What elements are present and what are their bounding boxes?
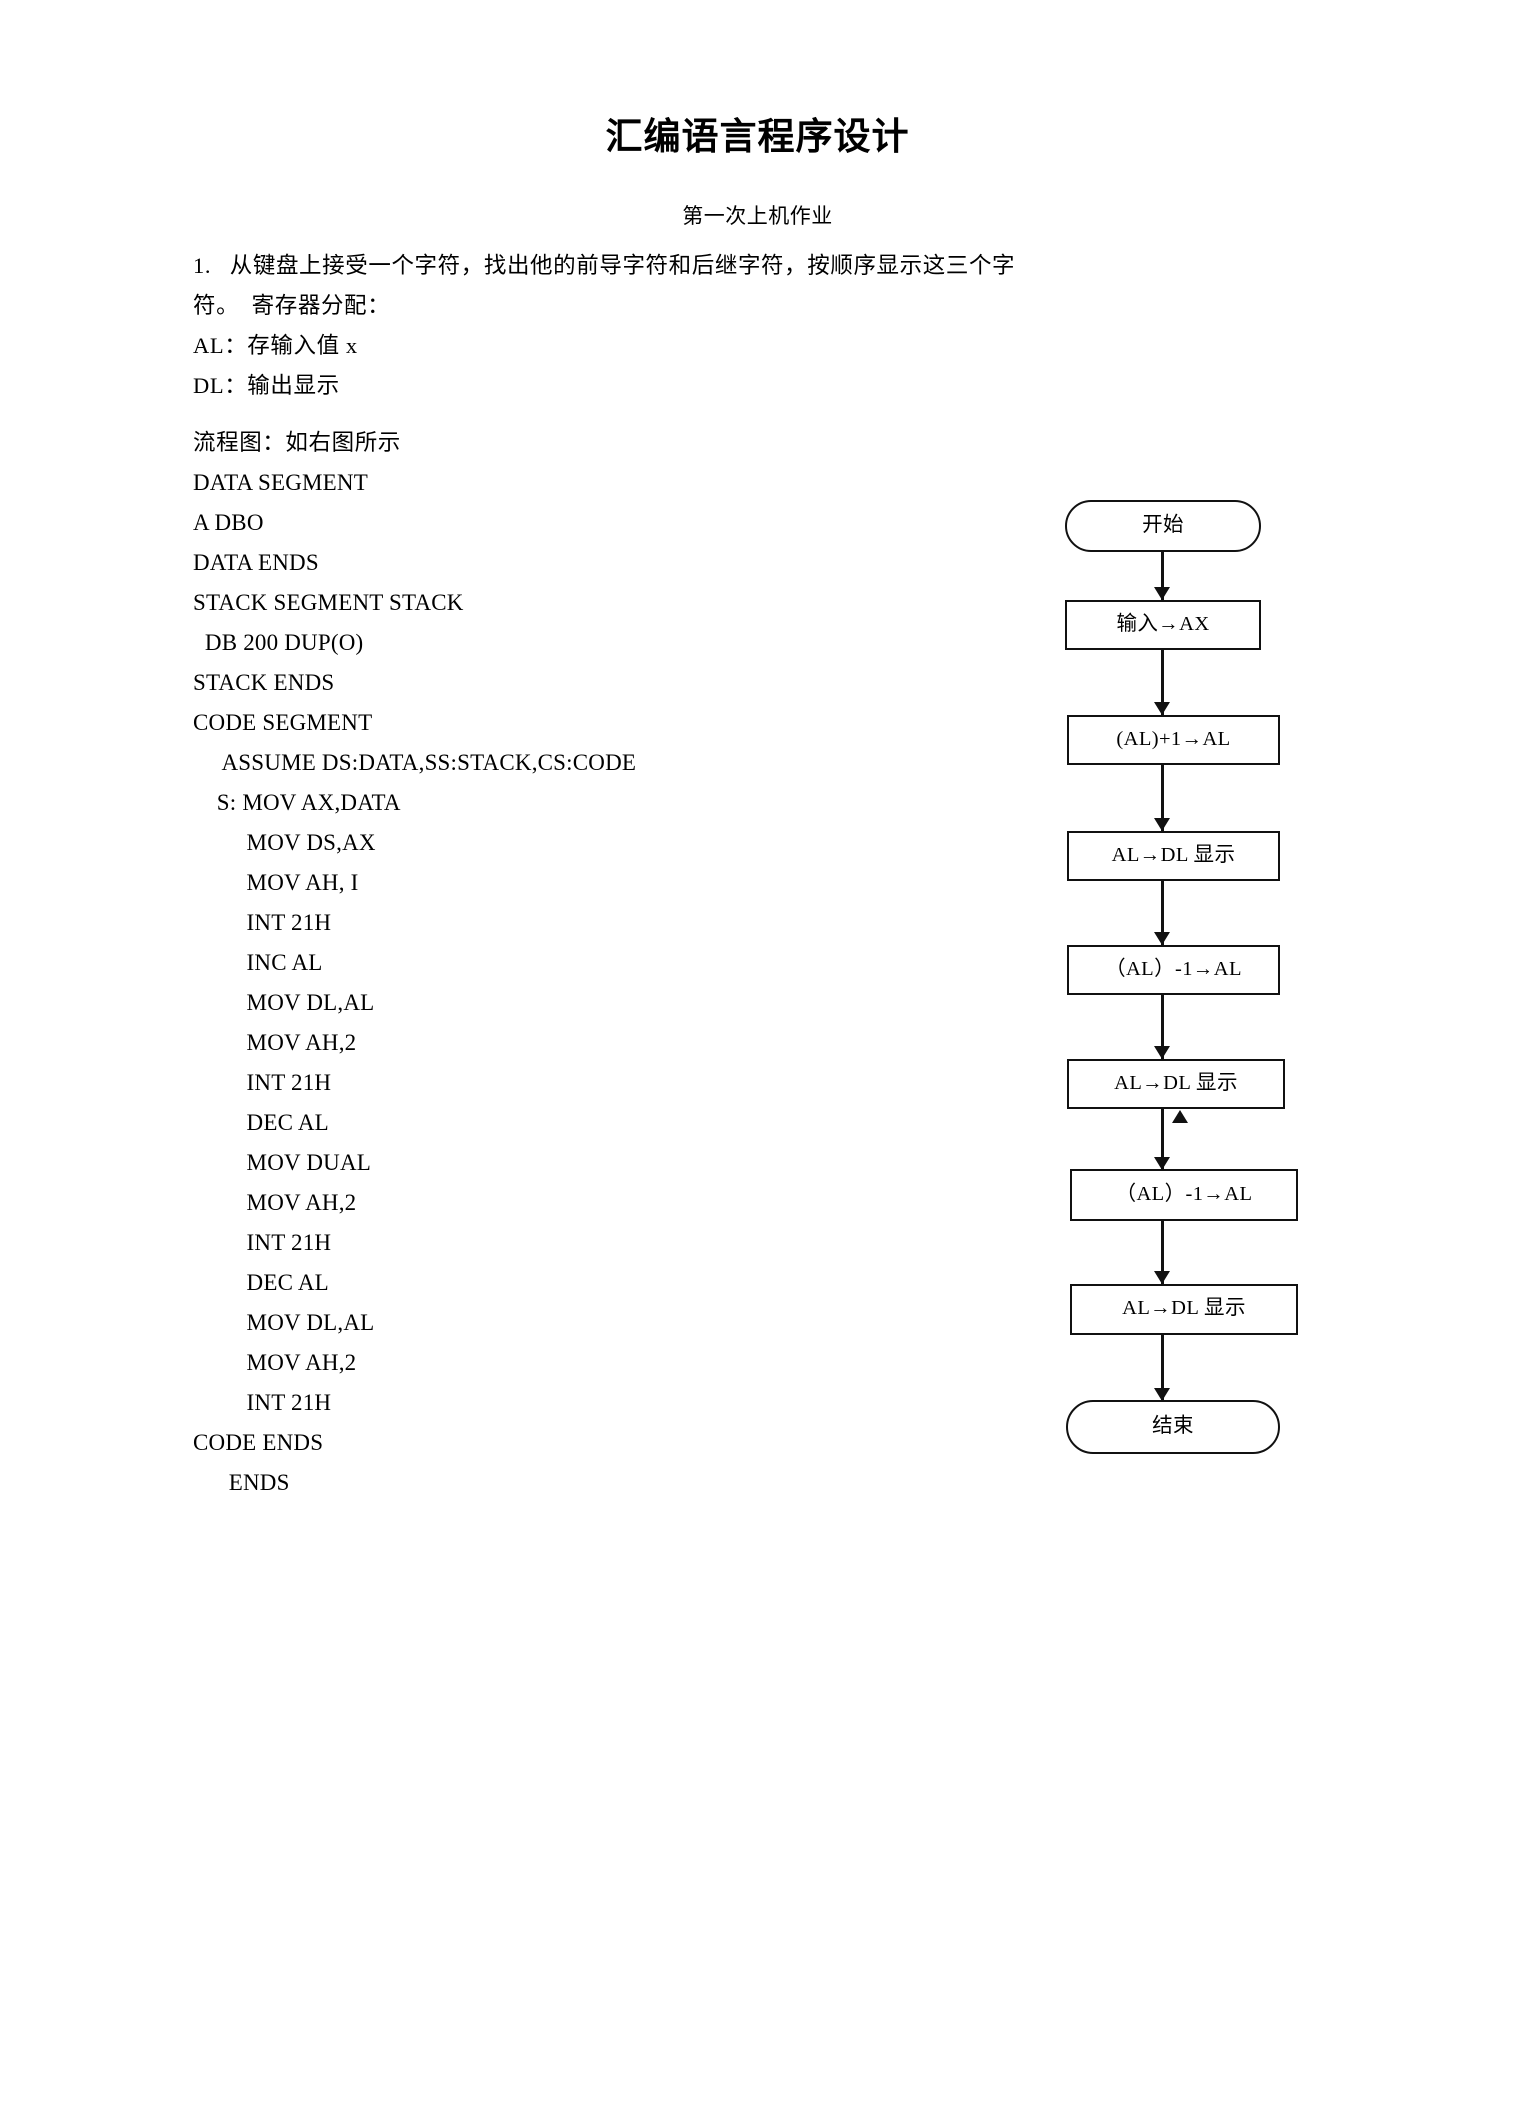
stray-arrowhead-icon bbox=[1172, 1110, 1188, 1123]
body-line: DB 200 DUP(O) bbox=[193, 630, 364, 655]
body-line: INT 21H bbox=[193, 1390, 332, 1415]
flow-node-display-3: AL→DL 显示 bbox=[1070, 1284, 1298, 1335]
page-subtitle: 第一次上机作业 bbox=[682, 204, 833, 228]
flow-node-decrement-2: （AL）-1→AL bbox=[1070, 1169, 1298, 1221]
body-line: INT 21H bbox=[193, 910, 332, 935]
body-line: DATA SEGMENT bbox=[193, 470, 368, 495]
body-line: MOV AH,2 bbox=[193, 1190, 357, 1215]
flow-arrowhead-icon bbox=[1154, 1271, 1170, 1284]
body-line: MOV AH,2 bbox=[193, 1350, 357, 1375]
body-line: MOV DS,AX bbox=[193, 830, 376, 855]
body-text-column: 1. 从键盘上接受一个字符，找出他的前导字符和后继字符，按顺序显示这三个字 符。… bbox=[193, 246, 1133, 1503]
flow-arrowhead-icon bbox=[1154, 1046, 1170, 1059]
body-line: 流程图：如右图所示 bbox=[193, 430, 401, 455]
body-line: DATA ENDS bbox=[193, 550, 319, 575]
body-line: STACK SEGMENT STACK bbox=[193, 590, 464, 615]
body-line: MOV DL,AL bbox=[193, 1310, 375, 1335]
flow-arrowhead-icon bbox=[1154, 587, 1170, 600]
body-line: AL：存输入值 x bbox=[193, 333, 358, 358]
body-line: STACK ENDS bbox=[193, 670, 335, 695]
body-line: CODE SEGMENT bbox=[193, 710, 373, 735]
body-line: MOV DUAL bbox=[193, 1150, 372, 1175]
body-line: ENDS bbox=[193, 1470, 290, 1495]
flow-node-increment: (AL)+1→AL bbox=[1067, 715, 1280, 765]
flow-node-display-2: AL→DL 显示 bbox=[1067, 1059, 1285, 1109]
body-line: A DBO bbox=[193, 510, 264, 535]
body-line: 符。 寄存器分配： bbox=[193, 293, 391, 318]
body-line: INT 21H bbox=[193, 1230, 332, 1255]
body-line: DEC AL bbox=[193, 1110, 329, 1135]
flow-node-label: （AL）-1→AL bbox=[1115, 1182, 1253, 1205]
flow-arrowhead-icon bbox=[1154, 818, 1170, 831]
flow-node-input: 输入→AX bbox=[1065, 600, 1261, 650]
body-line: MOV DL,AL bbox=[193, 990, 375, 1015]
body-line: INT 21H bbox=[193, 1070, 332, 1095]
document-page: 汇编语言程序设计 第一次上机作业 1. 从键盘上接受一个字符，找出他的前导字符和… bbox=[0, 0, 1515, 2112]
flow-node-end: 结束 bbox=[1066, 1400, 1280, 1454]
flowchart: 开始 输入→AX (AL)+1→AL AL→DL 显示 （AL）-1→AL AL… bbox=[1020, 500, 1320, 1700]
body-line: DEC AL bbox=[193, 1270, 329, 1295]
flow-node-label: 输入→AX bbox=[1116, 612, 1210, 635]
flow-arrowhead-icon bbox=[1154, 702, 1170, 715]
body-line: S: MOV AX,DATA bbox=[193, 790, 401, 815]
body-line: CODE ENDS bbox=[193, 1430, 324, 1455]
flow-node-label: 开始 bbox=[1142, 513, 1184, 536]
flow-node-display-1: AL→DL 显示 bbox=[1067, 831, 1280, 881]
flow-node-start: 开始 bbox=[1065, 500, 1261, 552]
flow-node-label: (AL)+1→AL bbox=[1116, 727, 1231, 750]
body-line: MOV AH, I bbox=[193, 870, 359, 895]
flow-node-label: 结束 bbox=[1152, 1414, 1194, 1437]
flow-node-label: AL→DL 显示 bbox=[1111, 843, 1236, 866]
body-line: MOV AH,2 bbox=[193, 1030, 357, 1055]
page-title: 汇编语言程序设计 bbox=[605, 115, 910, 158]
body-line: INC AL bbox=[193, 950, 323, 975]
flow-node-label: （AL）-1→AL bbox=[1105, 957, 1242, 980]
flow-node-label: AL→DL 显示 bbox=[1122, 1297, 1246, 1320]
body-line: DL：输出显示 bbox=[193, 373, 340, 398]
body-line: ASSUME DS:DATA,SS:STACK,CS:CODE bbox=[193, 750, 637, 775]
flow-node-decrement-1: （AL）-1→AL bbox=[1067, 945, 1280, 995]
body-line: 1. 从键盘上接受一个字符，找出他的前导字符和后继字符，按顺序显示这三个字 bbox=[193, 253, 1016, 278]
flow-arrowhead-icon bbox=[1154, 932, 1170, 945]
flow-node-label: AL→DL 显示 bbox=[1114, 1071, 1238, 1094]
